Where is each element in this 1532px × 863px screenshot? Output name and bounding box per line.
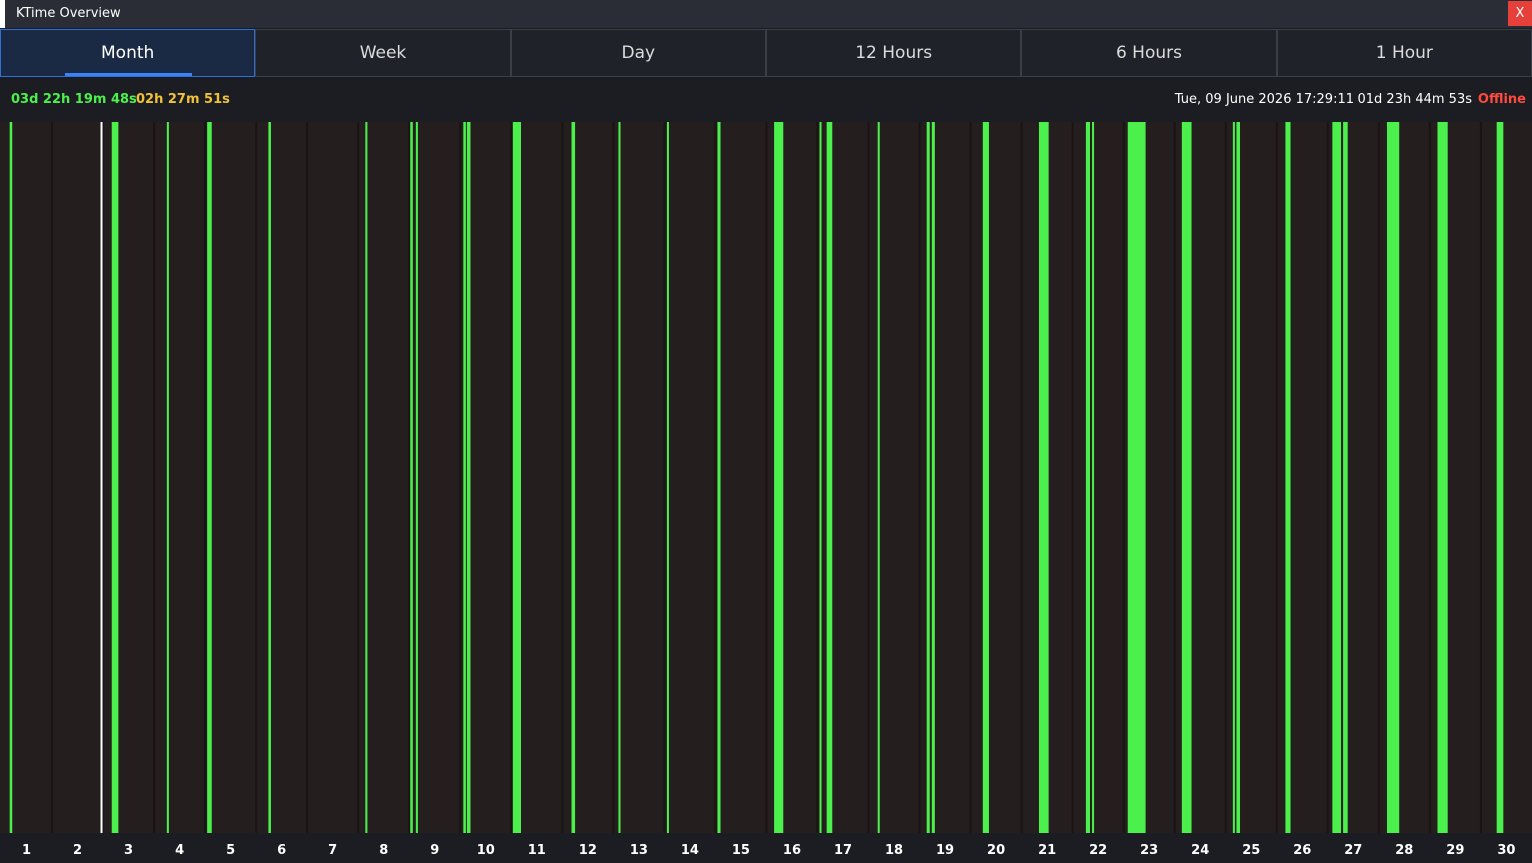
- activity-bar: [717, 122, 721, 833]
- activity-bar: [410, 122, 413, 833]
- x-tick-label: 3: [124, 843, 133, 858]
- activity-bar: [982, 122, 989, 833]
- activity-bar: [618, 122, 621, 833]
- range-tabs: Month Week Day 12 Hours 6 Hours 1 Hour: [0, 29, 1532, 77]
- activity-bar: [1386, 122, 1400, 833]
- activity-bar: [1496, 122, 1504, 833]
- x-tick-label: 26: [1293, 843, 1311, 858]
- tab-1-hour[interactable]: 1 Hour: [1276, 29, 1532, 77]
- activity-bar: [571, 122, 576, 833]
- x-tick-label: 8: [379, 843, 388, 858]
- x-tick-label: 7: [328, 843, 337, 858]
- activity-bar: [9, 122, 13, 833]
- status-bar: 03d 22h 19m 48s 02h 27m 51s Tue, 09 June…: [0, 78, 1532, 122]
- activity-bar: [1236, 122, 1241, 833]
- activity-bar: [826, 122, 833, 833]
- close-button[interactable]: X: [1508, 1, 1532, 26]
- activity-bar: [926, 122, 930, 833]
- x-tick-label: 18: [885, 843, 903, 858]
- x-tick-label: 24: [1191, 843, 1209, 858]
- x-tick-label: 22: [1089, 843, 1107, 858]
- activity-bar: [666, 122, 669, 833]
- x-tick-label: 30: [1497, 843, 1515, 858]
- activity-bar: [877, 122, 880, 833]
- title-bar: KTime Overview X: [0, 0, 1532, 28]
- activity-bar: [1285, 122, 1291, 833]
- tab-day[interactable]: Day: [510, 29, 766, 77]
- activity-bar: [1038, 122, 1049, 833]
- x-tick-label: 20: [987, 843, 1005, 858]
- activity-bar: [774, 122, 784, 833]
- x-tick-label: 10: [477, 843, 495, 858]
- x-tick-label: 2: [73, 843, 82, 858]
- x-tick-label: 29: [1446, 843, 1464, 858]
- x-tick-label: 13: [630, 843, 648, 858]
- tab-12-hours[interactable]: 12 Hours: [765, 29, 1022, 77]
- x-tick-label: 17: [834, 843, 852, 858]
- activity-bar: [931, 122, 935, 833]
- x-tick-label: 12: [579, 843, 597, 858]
- tab-6-hours[interactable]: 6 Hours: [1021, 29, 1277, 77]
- activity-bar: [111, 122, 119, 833]
- activity-bar: [415, 122, 418, 833]
- activity-bar: [1092, 122, 1095, 833]
- x-tick-label: 23: [1140, 843, 1158, 858]
- activity-bar: [166, 122, 169, 833]
- x-tick-label: 28: [1395, 843, 1413, 858]
- tab-week[interactable]: Week: [255, 29, 511, 77]
- x-tick-label: 14: [681, 843, 699, 858]
- status-badge: Offline: [1477, 92, 1526, 107]
- activity-bar: [365, 122, 368, 833]
- activity-bar: [1232, 122, 1235, 833]
- current-datetime: Tue, 09 June 2026 17:29:11: [1174, 92, 1354, 107]
- x-tick-label: 25: [1242, 843, 1260, 858]
- activity-bar: [268, 122, 271, 833]
- window-title: KTime Overview: [16, 6, 121, 21]
- activity-bar: [1437, 122, 1448, 833]
- activity-bar: [1343, 122, 1348, 833]
- x-tick-label: 15: [732, 843, 750, 858]
- tab-month[interactable]: Month: [0, 29, 256, 77]
- activity-bar: [1332, 122, 1342, 833]
- x-tick-label: 21: [1038, 843, 1056, 858]
- x-tick-label: 16: [783, 843, 801, 858]
- activity-bar: [1085, 122, 1090, 833]
- x-tick-label: 27: [1344, 843, 1362, 858]
- x-tick-label: 5: [226, 843, 235, 858]
- activity-bar: [512, 122, 521, 833]
- x-tick-label: 1: [22, 843, 31, 858]
- x-tick-label: 6: [277, 843, 286, 858]
- x-tick-label: 19: [936, 843, 954, 858]
- activity-bar: [463, 122, 466, 833]
- activity-bar: [207, 122, 212, 833]
- activity-chart: 1 2 3 4 5 6 7 8 9 10 11 12 13 14 15 16 17 18 19 20 21 22 23 24 2…: [0, 122, 1532, 863]
- activity-bar: [819, 122, 822, 833]
- session-duration: 01d 23h 44m 53s: [1357, 92, 1473, 107]
- activity-bar: [1181, 122, 1192, 833]
- x-tick-label: 9: [430, 843, 439, 858]
- x-tick-label: 11: [528, 843, 546, 858]
- active-time-total: 03d 22h 19m 48s: [11, 92, 137, 107]
- x-tick-label: 4: [175, 843, 184, 858]
- activity-bar: [466, 122, 471, 833]
- activity-bar: [1127, 122, 1146, 833]
- idle-time-total: 02h 27m 51s: [136, 92, 230, 107]
